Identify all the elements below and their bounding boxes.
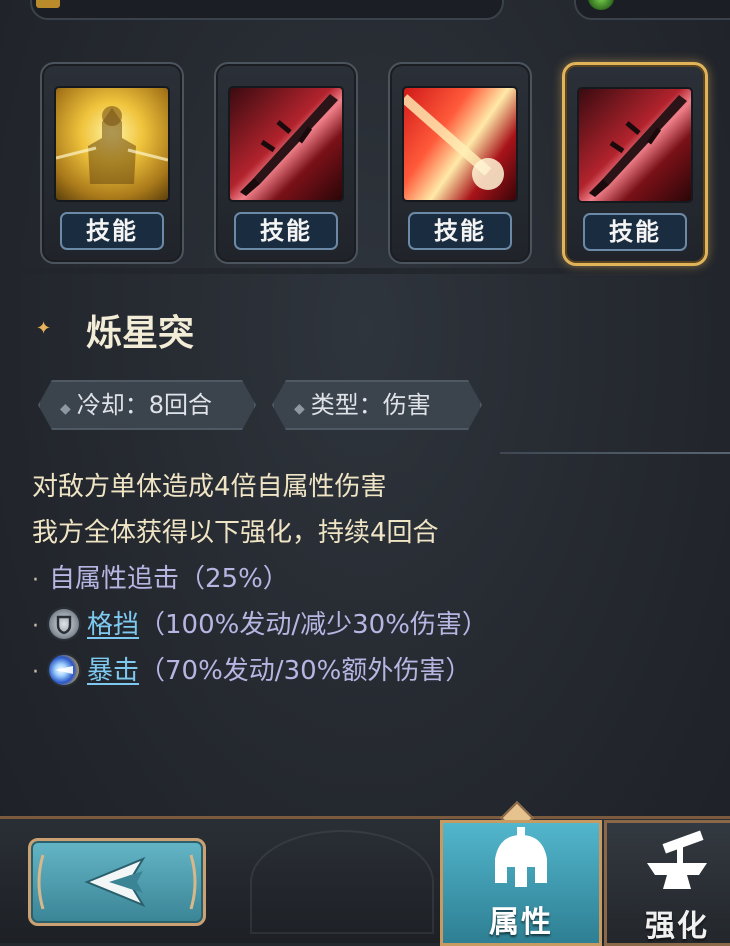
shield-icon xyxy=(49,609,79,639)
skill-tag: 技能 xyxy=(234,212,338,250)
bullet: · xyxy=(32,614,39,639)
spartan-helmet-icon xyxy=(495,827,547,887)
anvil-hammer-icon xyxy=(647,830,707,889)
crimson-sword-skill-art xyxy=(230,88,342,200)
crit-detail: （70%发动/30%额外伤害） xyxy=(139,656,472,686)
divider-line xyxy=(500,452,730,454)
skill-card-4-selected[interactable]: 技能 xyxy=(562,62,708,266)
description-line-1: 对敌方单体造成4倍自属性伤害 xyxy=(32,472,387,502)
back-button[interactable] xyxy=(28,838,206,926)
skill-description: 对敌方单体造成4倍自属性伤害 我方全体获得以下强化，持续4回合 · 自属性追击（2… xyxy=(32,464,712,694)
skill-tag: 技能 xyxy=(583,213,687,251)
crimson-sword-skill-art xyxy=(579,89,691,201)
bullet: · xyxy=(32,568,39,593)
critical-strike-icon xyxy=(49,655,79,685)
cooldown-text: 冷却：8回合 xyxy=(76,391,213,419)
diamond-icon: ◆ xyxy=(294,401,305,417)
buff-crit: · 暴击（70%发动/30%额外伤害） xyxy=(32,648,712,694)
skill-card-3[interactable]: 技能 xyxy=(388,62,532,264)
tab-label: 属性 xyxy=(489,905,553,940)
buff-block: · 格挡（100%发动/减少30%伤害） xyxy=(32,602,712,648)
cooldown-badge: ◆ 冷却：8回合 xyxy=(38,380,256,430)
sparkle-icon: ✦ xyxy=(36,318,52,339)
red-beam-skill-art xyxy=(404,88,516,200)
tab-attributes[interactable]: 属性 xyxy=(440,820,602,946)
tab-enhance[interactable]: 强化 xyxy=(604,820,730,946)
divider xyxy=(0,268,730,274)
bullet: · xyxy=(32,660,39,685)
block-detail: （100%发动/减少30%伤害） xyxy=(139,610,488,640)
crit-link[interactable]: 暴击 xyxy=(87,656,139,686)
skill-card-1[interactable]: 技能 xyxy=(40,62,184,264)
skill-list: 技能 技能 技能 技能 xyxy=(40,62,720,272)
skill-card-2[interactable]: 技能 xyxy=(214,62,358,264)
chase-text: 自属性追击（25%） xyxy=(49,564,289,594)
skill-tag: 技能 xyxy=(408,212,512,250)
diamond-icon: ◆ xyxy=(60,401,71,417)
block-link[interactable]: 格挡 xyxy=(87,610,139,640)
skill-tag: 技能 xyxy=(60,212,164,250)
tab-label: 强化 xyxy=(645,909,709,944)
golden-knight-skill-art xyxy=(56,88,168,200)
skill-name: 烁星突 xyxy=(86,313,195,354)
back-arrow-icon xyxy=(37,854,197,910)
description-line-2: 我方全体获得以下强化，持续4回合 xyxy=(32,518,439,548)
top-left-panel xyxy=(30,0,504,20)
resource-icon xyxy=(36,0,60,8)
type-badge: ◆ 类型：伤害 xyxy=(272,380,482,430)
top-resource-bar xyxy=(0,0,730,26)
buff-chase: · 自属性追击（25%） xyxy=(32,556,712,602)
bottom-ornament xyxy=(250,830,434,934)
type-text: 类型：伤害 xyxy=(310,391,431,419)
